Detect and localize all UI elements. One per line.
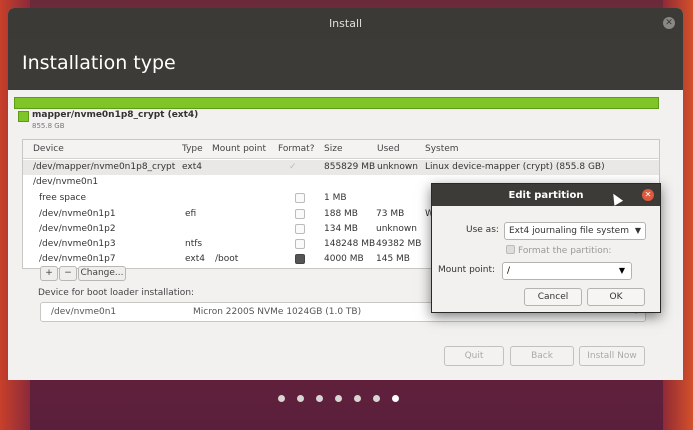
row-size: 134 MB [324,224,358,234]
row-used: 145 MB [376,254,410,264]
dialog-title: Edit partition [508,190,584,201]
format-checkbox [295,193,305,206]
column-header-type[interactable]: Type [182,144,203,154]
use-as-label: Use as: [466,225,499,235]
row-used: unknown [376,224,417,234]
bootloader-model: Micron 2200S NVMe 1024GB (1.0 TB) [193,307,362,317]
progress-dot [373,395,380,402]
ok-button[interactable]: OK [587,288,645,306]
format-check-icon: ✓ [289,162,297,172]
install-now-button[interactable]: Install Now [579,346,645,366]
quit-button[interactable]: Quit [444,346,504,366]
row-device: /dev/nvme0n1 [33,177,99,187]
chevron-down-icon: ▼ [634,226,641,235]
use-as-value: Ext4 journaling file system [509,226,629,236]
row-device: /dev/mapper/nvme0n1p8_crypt [33,162,176,172]
page-title: Installation type [22,52,176,74]
row-size: 4000 MB [324,254,364,264]
row-type: ext4 [185,254,205,264]
row-size: 188 MB [324,209,358,219]
format-checkbox [295,224,305,237]
format-partition-checkbox[interactable]: Format the partition: [506,245,611,256]
format-partition-label: Format the partition: [518,246,612,256]
column-header-mount[interactable]: Mount point [212,144,266,154]
progress-dot [316,395,323,402]
row-size: 1 MB [324,193,347,203]
partition-legend-swatch [18,111,29,122]
dialog-titlebar: Edit partition ✕ [432,184,660,206]
row-type: efi [185,209,197,219]
row-type: ext4 [182,162,202,172]
format-checkbox-checked [295,254,305,267]
row-used: 73 MB [376,209,405,219]
column-header-used[interactable]: Used [377,144,400,154]
partition-legend-name: mapper/nvme0n1p8_crypt (ext4) [32,110,199,120]
bootloader-device: /dev/nvme0n1 [51,307,117,317]
back-button[interactable]: Back [510,346,574,366]
change-partition-button[interactable]: Change... [78,266,126,281]
table-row[interactable]: /dev/mapper/nvme0n1p8_crypt ext4 ✓ 85582… [23,160,659,175]
row-device: /dev/nvme0n1p7 [39,254,116,264]
row-system: Linux device-mapper (crypt) (855.8 GB) [425,162,605,172]
partition-usage-bar [14,97,659,109]
column-header-device[interactable]: Device [33,144,64,154]
add-partition-button[interactable]: + [40,266,58,281]
window-titlebar: Install ✕ [8,8,683,38]
progress-dot [354,395,361,402]
progress-dot-current [392,395,399,402]
column-header-system[interactable]: System [425,144,459,154]
remove-partition-button[interactable]: − [59,266,77,281]
mount-point-combo[interactable]: / ▼ [502,262,632,280]
row-size: 148248 MB [324,239,376,249]
checkbox-icon [506,245,515,254]
window-title: Install [328,17,363,30]
row-used: 49382 MB [376,239,422,249]
dialog-close-icon[interactable]: ✕ [642,189,654,201]
row-mount: /boot [215,254,239,264]
row-device: /dev/nvme0n1p2 [39,224,116,234]
bootloader-label: Device for boot loader installation: [38,288,195,298]
row-device: /dev/nvme0n1p1 [39,209,116,219]
chevron-down-icon: ▼ [618,266,625,275]
row-device: free space [39,193,87,203]
row-used: unknown [377,162,418,172]
progress-dot [278,395,285,402]
progress-dot [335,395,342,402]
format-checkbox [295,239,305,252]
mount-point-label: Mount point: [438,265,496,275]
column-header-format[interactable]: Format? [278,144,315,154]
format-checkbox [295,209,305,222]
mount-point-value: / [507,266,511,276]
edit-partition-dialog: Edit partition ✕ Use as: Ext4 journaling… [431,183,661,313]
column-header-size[interactable]: Size [324,144,342,154]
page-header: Installation type [8,38,683,90]
row-size: 855829 MB [324,162,376,172]
partition-legend-size: 855.8 GB [32,122,65,130]
progress-dot [297,395,304,402]
window-close-icon[interactable]: ✕ [663,17,675,29]
cancel-button[interactable]: Cancel [524,288,582,306]
row-device: /dev/nvme0n1p3 [39,239,116,249]
use-as-select[interactable]: Ext4 journaling file system ▼ [504,222,646,240]
table-header: Device Type Mount point Format? Size Use… [23,140,659,159]
row-type: ntfs [185,239,203,249]
